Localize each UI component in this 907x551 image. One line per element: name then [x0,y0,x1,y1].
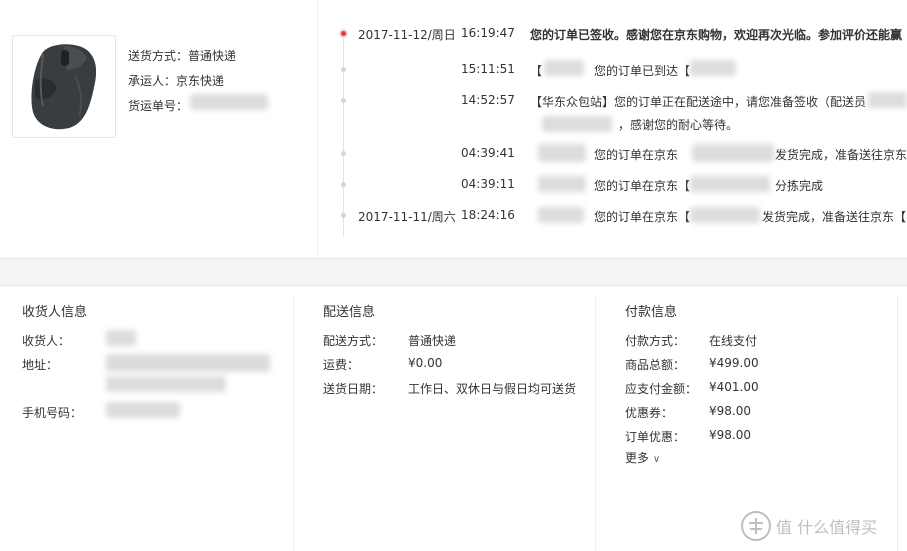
timeline-time: 04:39:41 [461,146,515,160]
timeline-date: 2017-11-12/周日 [358,28,456,42]
redacted-text [690,176,770,192]
more-label: 更多 [625,451,650,465]
redacted-text [544,60,584,76]
payment-coupon-value: ¥98.00 [709,404,751,418]
timeline-time: 18:24:16 [461,208,515,222]
redacted-text [538,207,584,223]
chevron-down-icon: ∨ [652,454,661,465]
delivery-title: 配送信息 [323,305,376,320]
timeline-text: 您的订单已到达【 [594,64,691,78]
payment-title: 付款信息 [625,305,678,320]
delivery-date-label: 送货日期： [323,382,384,396]
timeline-dot [341,182,346,187]
redacted-address [106,354,270,372]
redacted-phone [106,402,180,418]
watermark: 值 什么值得买 [740,510,877,545]
timeline-time: 15:11:51 [461,62,515,76]
product-image[interactable] [12,35,116,138]
watermark-text: 值 什么值得买 [776,518,878,537]
section-separator [0,258,907,286]
payment-order-discount-value: ¥98.00 [709,428,751,442]
timeline-dot [341,151,346,156]
shipping-tracking-label: 货运单号： [128,99,189,113]
timeline-dot [341,98,346,103]
timeline-text: 【华东众包站】您的订单正在配送途中，请您准备签收（配送员 [530,95,867,109]
delivery-date-value: 工作日、双休日与假日均可送货 [408,382,577,396]
timeline-text: 您的订单已签收。感谢您在京东购物，欢迎再次光临。参加评价还能赢 [530,28,903,42]
timeline-text: 您的订单在京东【 [594,210,691,224]
payment-more-link[interactable]: 更多 ∨ [625,449,660,466]
divider [595,296,596,551]
order-tracking-section: 送货方式：普通快递 承运人：京东快递 货运单号： 2017-11-12/周日 1… [0,0,907,258]
payment-order-discount-label: 订单优惠： [625,430,686,444]
timeline-time: 16:19:47 [461,26,515,40]
payment-total-label: 商品总额： [625,358,686,372]
timeline-text: 您的订单在京东 [594,148,679,162]
delivery-fee-value: ¥0.00 [408,356,443,370]
timeline-text-after: 分拣完成 [775,179,824,193]
redacted-text [690,60,736,76]
redacted-tracking-number [190,94,268,110]
redacted-text [868,92,907,108]
timeline-time: 14:52:57 [461,93,515,107]
timeline-time: 04:39:11 [461,177,515,191]
shipping-carrier: 承运人：京东快递 [128,74,225,88]
delivery-fee-label: 运费： [323,358,360,372]
receiver-name-label: 收货人： [22,334,71,348]
timeline-line [343,36,344,236]
redacted-text [538,176,586,192]
redacted-text [542,116,612,132]
timeline-text-after: 发货完成，准备送往京东 [775,148,907,162]
timeline-text-line2: ，感谢您的耐心等待。 [618,118,739,132]
timeline-dot-active [341,31,346,36]
timeline-dot [341,67,346,72]
delivery-method-label: 配送方式： [323,334,384,348]
divider [897,296,898,551]
timeline-text-after: 发货完成，准备送往京东【 [762,210,907,224]
receiver-title: 收货人信息 [22,305,88,320]
divider [293,296,294,551]
payment-payable-value: ¥401.00 [709,380,759,394]
watermark-logo-icon [741,511,771,541]
payment-coupon-label: 优惠券： [625,406,674,420]
redacted-text [538,144,586,162]
payment-payable-label: 应支付金额： [625,382,698,396]
redacted-address [106,376,226,392]
divider [317,0,318,258]
timeline-dot [341,213,346,218]
timeline-text: 您的订单在京东【 [594,179,691,193]
timeline-date: 2017-11-11/周六 [358,210,456,224]
payment-method-label: 付款方式： [625,334,686,348]
redacted-name [106,330,136,346]
delivery-method-value: 普通快递 [408,334,457,348]
timeline-text-prefix: 【 [530,64,543,78]
receiver-phone-label: 手机号码： [22,406,83,420]
payment-total-value: ¥499.00 [709,356,759,370]
mouse-product-icon [31,44,97,130]
redacted-text [690,207,760,223]
shipping-method: 送货方式：普通快递 [128,49,237,63]
redacted-text [692,144,774,162]
payment-method-value: 在线支付 [709,334,758,348]
receiver-address-label: 地址： [22,358,59,372]
